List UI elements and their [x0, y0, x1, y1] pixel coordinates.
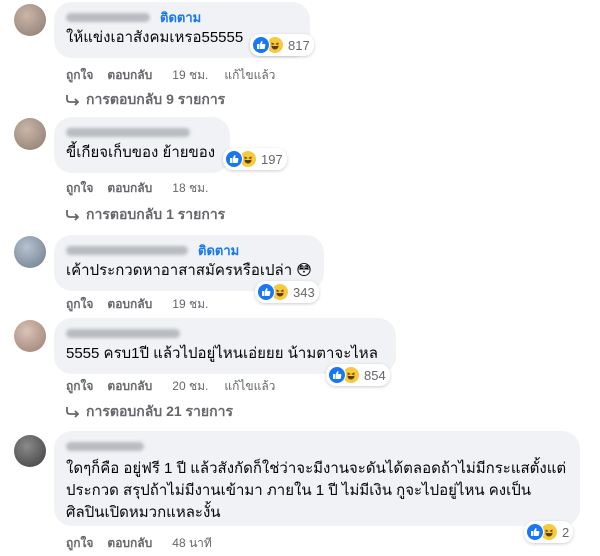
like-reaction-icon — [257, 283, 275, 301]
comment-text: เค้าประกวดหาอาสาสมัครหรือเปล่า 😳 — [66, 262, 312, 279]
avatar[interactable] — [14, 118, 46, 150]
reaction-count: 854 — [364, 367, 386, 383]
reaction-summary[interactable]: 2 — [524, 521, 574, 543]
author-row: ติดตาม — [66, 9, 298, 25]
like-link[interactable]: ถูกใจ — [66, 295, 93, 314]
replies-label: การตอบกลับ 1 รายการ — [86, 206, 226, 222]
like-link[interactable]: ถูกใจ — [66, 179, 93, 198]
timestamp[interactable]: 19 ชม. — [172, 295, 208, 314]
reaction-count: 2 — [562, 524, 570, 540]
reaction-summary[interactable]: 197 — [223, 148, 287, 170]
reply-link[interactable]: ตอบกลับ — [107, 66, 152, 85]
avatar[interactable] — [14, 435, 46, 467]
reaction-summary[interactable]: 854 — [326, 364, 390, 386]
comment-bubble: ใดๆก็คือ อยู่ฟรี 1 ปี แล้วสังกัดก็ใช่ว่า… — [54, 431, 580, 526]
avatar[interactable] — [14, 4, 46, 36]
reply-link[interactable]: ตอบกลับ — [107, 377, 152, 396]
comment-text: 5555 ครบ1ปี แล้วไปอยู่ไหนเอ่ยยย น้ามตาจะ… — [66, 345, 378, 362]
like-reaction-icon — [225, 150, 243, 168]
author-row — [66, 124, 218, 140]
reply-arrow-icon — [66, 95, 80, 106]
author-row: ติดตาม — [66, 242, 312, 258]
reaction-count: 817 — [288, 37, 310, 53]
reply-link[interactable]: ตอบกลับ — [107, 179, 152, 198]
author-name-blurred[interactable] — [66, 12, 150, 22]
author-name-blurred[interactable] — [66, 328, 180, 338]
comment-actions: ถูกใจ ตอบกลับ 19 ชม. แก้ไขแล้ว — [66, 66, 289, 85]
reply-arrow-icon — [66, 407, 80, 418]
comment-bubble: ขี้เกียจเก็บของ ย้ายของ — [54, 117, 230, 173]
reaction-summary[interactable]: 817 — [250, 34, 314, 56]
reply-link[interactable]: ตอบกลับ — [107, 534, 152, 553]
author-name-blurred[interactable] — [66, 245, 188, 255]
edited-label: แก้ไขแล้ว — [224, 68, 276, 82]
reply-arrow-icon — [66, 210, 80, 221]
reaction-summary[interactable]: 343 — [255, 281, 319, 303]
comment-text-line: ประกวด สรุปถ้าไม่มีงานเข้ามา ภายใน 1 ปี … — [66, 482, 532, 499]
replies-label: การตอบกลับ 21 รายการ — [86, 403, 233, 419]
timestamp[interactable]: 48 นาที — [172, 534, 212, 553]
view-replies-link[interactable]: การตอบกลับ 9 รายการ — [66, 89, 225, 111]
avatar[interactable] — [14, 320, 46, 352]
comment-text-line: ศิลปินเปิดหมวกแหละงั้น — [66, 504, 221, 521]
reaction-count: 343 — [293, 284, 315, 300]
follow-button[interactable]: ติดตาม — [160, 7, 201, 28]
comment-text: ขี้เกียจเก็บของ ย้ายของ — [66, 144, 216, 161]
timestamp[interactable]: 20 ชม. — [172, 377, 208, 396]
author-name-blurred[interactable] — [66, 127, 190, 137]
reply-link[interactable]: ตอบกลับ — [107, 295, 152, 314]
author-name-blurred[interactable] — [66, 441, 144, 451]
like-reaction-icon — [526, 523, 544, 541]
like-link[interactable]: ถูกใจ — [66, 377, 93, 396]
reaction-count: 197 — [261, 151, 283, 167]
timestamp[interactable]: 19 ชม. — [172, 66, 208, 85]
comment-text-line: ใดๆก็คือ อยู่ฟรี 1 ปี แล้วสังกัดก็ใช่ว่า… — [66, 460, 567, 477]
like-reaction-icon — [328, 366, 346, 384]
view-replies-link[interactable]: การตอบกลับ 1 รายการ — [66, 204, 225, 226]
like-link[interactable]: ถูกใจ — [66, 66, 93, 85]
author-row — [66, 325, 384, 341]
follow-button[interactable]: ติดตาม — [198, 240, 239, 261]
comment-actions: ถูกใจ ตอบกลับ 48 นาที — [66, 534, 226, 553]
comment-actions: ถูกใจ ตอบกลับ 20 ชม. แก้ไขแล้ว — [66, 377, 289, 396]
timestamp[interactable]: 18 ชม. — [172, 179, 208, 198]
comment-actions: ถูกใจ ตอบกลับ 19 ชม. — [66, 295, 222, 314]
avatar[interactable] — [14, 236, 46, 268]
replies-label: การตอบกลับ 9 รายการ — [86, 91, 226, 107]
view-replies-link[interactable]: การตอบกลับ 21 รายการ — [66, 401, 233, 423]
like-link[interactable]: ถูกใจ — [66, 534, 93, 553]
edited-label: แก้ไขแล้ว — [224, 379, 276, 393]
like-reaction-icon — [252, 36, 270, 54]
author-row — [66, 438, 568, 454]
comment-actions: ถูกใจ ตอบกลับ 18 ชม. — [66, 179, 222, 198]
